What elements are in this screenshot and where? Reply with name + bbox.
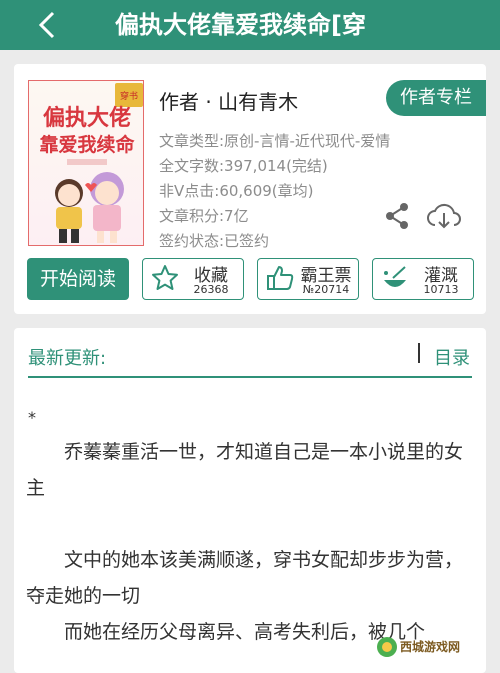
catalog-divider (418, 343, 420, 363)
start-reading-button[interactable]: 开始阅读 (27, 258, 129, 300)
book-score: 文章积分:7亿 (159, 207, 249, 225)
book-info-card: 穿书 偏执大佬 靠爱我续命 作者 · 山有青木 作者专栏 文章类型:原创-言情-… (14, 64, 486, 314)
nutrient-button[interactable]: 灌溉 10713 (372, 258, 474, 300)
watermark-logo-icon (377, 637, 397, 657)
svg-text:偏执大佬: 偏执大佬 (43, 105, 131, 131)
latest-update-card: 最新更新: 目录 * 乔蓁蓁重活一世，才知道自己是一本小说里的女主 文中的她本该… (14, 328, 486, 673)
click-count: 非Ⅴ点击:60,609(章均) (159, 182, 314, 200)
overlord-ticket-button[interactable]: 霸王票 №20714 (257, 258, 359, 300)
author-column-button[interactable]: 作者专栏 (386, 80, 486, 116)
cover-tag: 穿书 (120, 90, 138, 102)
synopsis-paragraph-2: 文中的她本该美满顺遂，穿书女配却步步为营，夺走她的一切 (26, 549, 464, 607)
share-icon[interactable] (382, 201, 412, 231)
top-bar: 偏执大佬靠爱我续命[穿 (0, 0, 500, 50)
back-chevron-icon[interactable] (28, 6, 68, 44)
latest-update-label: 最新更新: (28, 348, 107, 369)
contract-status: 签约状态:已签约 (159, 232, 270, 250)
synopsis-paragraph-1: 乔蓁蓁重活一世，才知道自己是一本小说里的女主 (26, 441, 464, 499)
star-mark: * (28, 408, 36, 427)
cloud-download-icon[interactable] (426, 201, 462, 231)
thumbs-up-icon (267, 266, 294, 290)
favorite-button[interactable]: 收藏 26368 (142, 258, 244, 300)
svg-text:靠爱我续命: 靠爱我续命 (39, 133, 135, 156)
nutrient-count: 10713 (423, 283, 459, 296)
book-type: 文章类型:原创-言情-近代现代-爱情 (159, 132, 391, 150)
overlord-count: №20714 (302, 283, 350, 296)
page-title: 偏执大佬靠爱我续命[穿 (115, 11, 366, 39)
section-divider (28, 376, 472, 378)
author-name[interactable]: 作者 · 山有青木 (159, 86, 298, 115)
star-icon (152, 265, 178, 290)
favorite-count: 26368 (193, 283, 229, 296)
watermark-text: 西城游戏网 (400, 640, 461, 654)
catalog-link[interactable]: 目录 (434, 344, 470, 370)
word-count: 全文字数:397,014(完结) (159, 157, 328, 175)
book-cover[interactable]: 穿书 偏执大佬 靠爱我续命 (28, 80, 144, 246)
watering-icon (384, 266, 406, 287)
